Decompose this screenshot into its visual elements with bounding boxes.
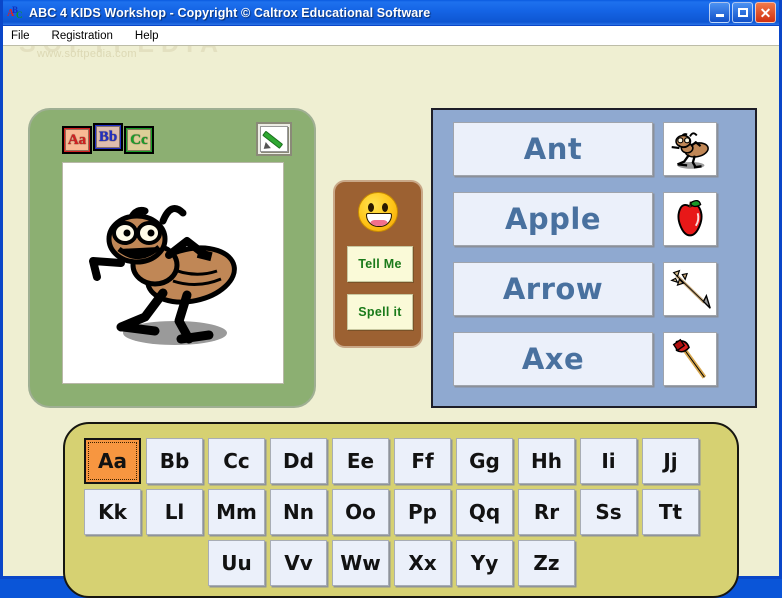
arrow-thumb-icon	[670, 269, 711, 309]
keyboard-row-3: Uu Vv Ww Xx Yy Zz	[84, 540, 699, 586]
draw-button[interactable]	[256, 122, 292, 156]
letter-key-b[interactable]: Bb	[146, 438, 203, 484]
apple-thumb-icon	[677, 199, 703, 237]
maximize-button[interactable]	[732, 2, 753, 23]
word-button-apple[interactable]: Apple	[453, 192, 653, 246]
letter-key-g[interactable]: Gg	[456, 438, 513, 484]
word-row: Ant	[453, 120, 743, 178]
block-b-icon: Bb	[93, 123, 123, 151]
block-c-icon: Cc	[124, 126, 154, 154]
minimize-icon	[715, 14, 724, 17]
word-button-axe[interactable]: Axe	[453, 332, 653, 386]
menu-item-help[interactable]: Help	[135, 30, 159, 42]
letter-key-f[interactable]: Ff	[394, 438, 451, 484]
letter-key-j[interactable]: Jj	[642, 438, 699, 484]
menu-item-registration[interactable]: Registration	[52, 30, 113, 42]
action-panel: Tell Me Spell it	[333, 180, 423, 348]
letter-key-n[interactable]: Nn	[270, 489, 327, 535]
picture-panel: Aa Bb Cc	[28, 108, 316, 408]
letter-key-v[interactable]: Vv	[270, 540, 327, 586]
menu-bar: File Registration Help	[3, 26, 779, 46]
maximize-icon	[737, 8, 748, 17]
keyboard-row-2: Kk Ll Mm Nn Oo Pp Qq Rr Ss Tt	[84, 489, 699, 535]
pencil-icon	[260, 126, 288, 152]
keyboard-spacer	[84, 540, 141, 586]
title-bar: ABC ABC 4 KIDS Workshop - Copyright © Ca…	[3, 0, 779, 26]
axe-thumbnail[interactable]	[663, 332, 717, 386]
letter-key-a[interactable]: Aa	[84, 438, 141, 484]
letter-key-c[interactable]: Cc	[208, 438, 265, 484]
letter-key-e[interactable]: Ee	[332, 438, 389, 484]
picture-frame	[62, 162, 284, 384]
word-row: Axe	[453, 330, 743, 388]
ant-thumb-icon	[671, 132, 709, 169]
letter-key-k[interactable]: Kk	[84, 489, 141, 535]
close-button[interactable]: ✕	[755, 2, 776, 23]
abc-blocks-icon: Aa Bb Cc	[62, 123, 162, 155]
arrow-thumbnail[interactable]	[663, 262, 717, 316]
spell-it-button[interactable]: Spell it	[347, 294, 413, 330]
alphabet-keyboard: Aa Bb Cc Dd Ee Ff Gg Hh Ii Jj Kk Ll Mm N…	[63, 422, 739, 598]
letter-key-h[interactable]: Hh	[518, 438, 575, 484]
menu-item-file[interactable]: File	[11, 30, 30, 42]
letter-key-o[interactable]: Oo	[332, 489, 389, 535]
main-stage: Aa Bb Cc Tell Me Spell it Ant Apple Arro…	[3, 46, 779, 598]
ant-thumbnail[interactable]	[663, 122, 717, 176]
word-row: Apple	[453, 190, 743, 248]
keyboard-spacer	[146, 540, 203, 586]
window-controls: ✕	[709, 2, 776, 23]
application-window: ABC ABC 4 KIDS Workshop - Copyright © Ca…	[0, 0, 782, 598]
letter-key-i[interactable]: Ii	[580, 438, 637, 484]
keyboard-row-1: Aa Bb Cc Dd Ee Ff Gg Hh Ii Jj	[84, 438, 699, 484]
app-icon: ABC	[7, 4, 23, 20]
letter-key-t[interactable]: Tt	[642, 489, 699, 535]
block-a-icon: Aa	[62, 126, 92, 154]
letter-key-w[interactable]: Ww	[332, 540, 389, 586]
letter-key-l[interactable]: Ll	[146, 489, 203, 535]
letter-key-x[interactable]: Xx	[394, 540, 451, 586]
letter-key-m[interactable]: Mm	[208, 489, 265, 535]
letter-key-p[interactable]: Pp	[394, 489, 451, 535]
ant-illustration	[89, 205, 237, 345]
minimize-button[interactable]	[709, 2, 730, 23]
letter-key-q[interactable]: Qq	[456, 489, 513, 535]
smiley-face-icon	[358, 192, 398, 232]
letter-key-u[interactable]: Uu	[208, 540, 265, 586]
apple-thumbnail[interactable]	[663, 192, 717, 246]
word-button-ant[interactable]: Ant	[453, 122, 653, 176]
word-row: Arrow	[453, 260, 743, 318]
keyboard-rows: Aa Bb Cc Dd Ee Ff Gg Hh Ii Jj Kk Ll Mm N…	[84, 438, 699, 591]
words-panel: Ant Apple Arrow Axe	[431, 108, 757, 408]
word-button-arrow[interactable]: Arrow	[453, 262, 653, 316]
letter-key-y[interactable]: Yy	[456, 540, 513, 586]
letter-key-s[interactable]: Ss	[580, 489, 637, 535]
close-icon: ✕	[759, 4, 772, 21]
letter-key-z[interactable]: Zz	[518, 540, 575, 586]
letter-key-r[interactable]: Rr	[518, 489, 575, 535]
tell-me-button[interactable]: Tell Me	[347, 246, 413, 282]
window-title: ABC 4 KIDS Workshop - Copyright © Caltro…	[29, 5, 431, 20]
letter-key-d[interactable]: Dd	[270, 438, 327, 484]
axe-thumb-icon	[672, 338, 707, 379]
